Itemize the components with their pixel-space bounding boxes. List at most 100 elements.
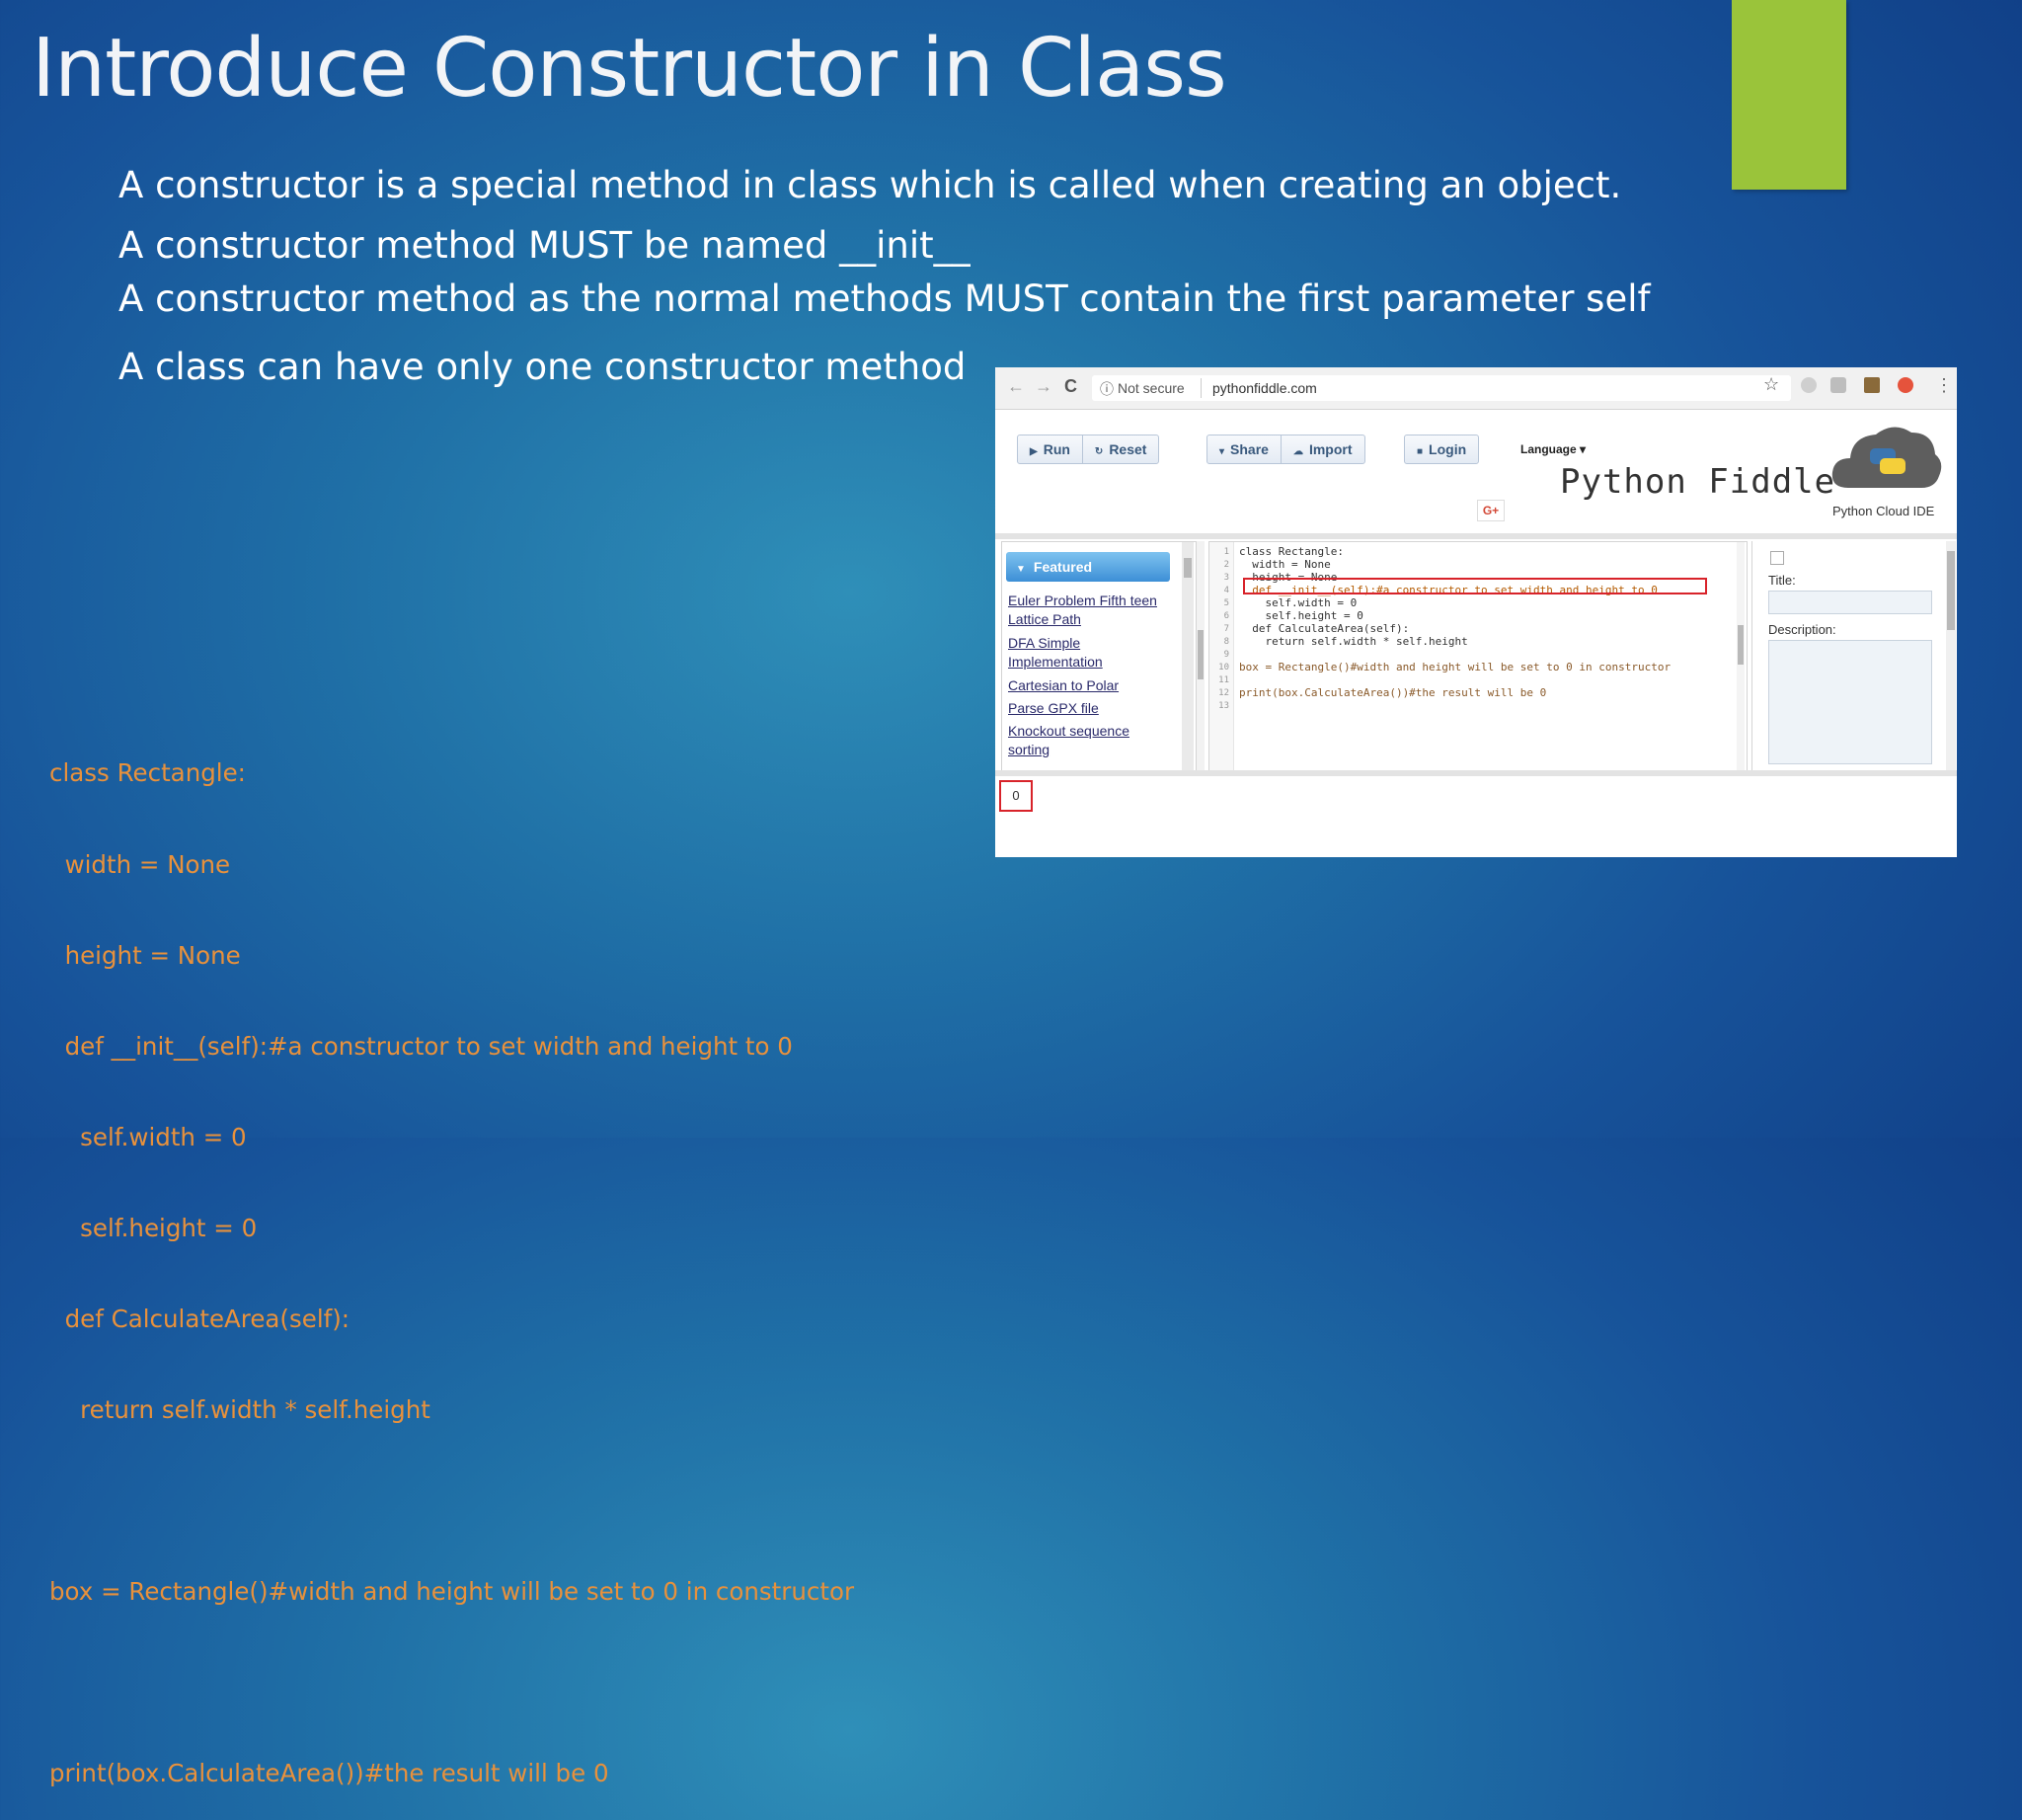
bookmark-star-icon[interactable]: ☆ <box>1763 374 1779 395</box>
slide-title: Introduce Constructor in Class <box>32 22 1227 116</box>
share-import-group: ▾ Share ☁ Import <box>1206 435 1365 464</box>
bullet-3: A constructor method as the normal metho… <box>118 277 1651 320</box>
chevron-down-icon: ▼ <box>1016 564 1026 575</box>
splitter[interactable] <box>1197 541 1205 770</box>
featured-scrollbar[interactable] <box>1182 542 1194 771</box>
code-sample: class Rectangle: width = None height = N… <box>49 698 854 1820</box>
panel-divider[interactable] <box>995 533 1957 539</box>
code-line: class Rectangle: <box>49 758 246 788</box>
editor-line: self.height = 0 <box>1239 609 1363 622</box>
menu-icon[interactable]: ⋮ <box>1935 375 1953 396</box>
brand-name: Python Fiddle <box>1560 462 1836 502</box>
bullet-1: A constructor is a special method in cla… <box>118 164 1622 206</box>
run-reset-group: ▶ Run ↻ Reset <box>1017 435 1160 464</box>
line-number: 9 <box>1223 650 1229 660</box>
highlight-box <box>1243 578 1707 594</box>
info-icon[interactable]: ⓘ <box>1100 379 1114 399</box>
details-scrollbar[interactable] <box>1946 541 1956 770</box>
line-number: 3 <box>1223 573 1229 583</box>
python-cloud-logo <box>1831 427 1942 488</box>
google-plus-button[interactable]: G+ <box>1477 500 1505 521</box>
import-button[interactable]: ☁ Import <box>1280 435 1364 463</box>
code-line: width = None <box>49 849 231 879</box>
line-number: 11 <box>1218 675 1229 685</box>
editor-line: print(box.CalculateArea())#the result wi… <box>1239 686 1547 699</box>
line-number: 13 <box>1218 701 1229 711</box>
code-line: self.height = 0 <box>49 1213 258 1242</box>
featured-item[interactable]: Knockout sequence sorting <box>1008 722 1166 759</box>
editor-scrollbar[interactable] <box>1737 542 1745 771</box>
share-button[interactable]: ▾ Share <box>1207 435 1281 463</box>
line-number: 4 <box>1223 586 1229 595</box>
browser-toolbar: ← → C ⓘ Not secure pythonfiddle.com ☆ ⋮ <box>995 367 1957 410</box>
login-button[interactable]: ■ Login <box>1405 435 1478 463</box>
address-separator <box>1201 378 1202 398</box>
description-input[interactable] <box>1768 640 1932 764</box>
share-label: Share <box>1230 441 1269 457</box>
editor-line: return self.width * self.height <box>1239 635 1468 648</box>
import-label: Import <box>1308 441 1353 457</box>
details-panel: Title: Description: <box>1751 541 1957 770</box>
reset-icon: ↻ <box>1094 446 1104 457</box>
title-label: Title: <box>1768 573 1796 588</box>
url-text[interactable]: pythonfiddle.com <box>1212 380 1317 396</box>
featured-label: Featured <box>1033 559 1093 575</box>
editor-line: def CalculateArea(self): <box>1239 622 1410 635</box>
code-line: self.width = 0 <box>49 1122 247 1151</box>
splitter-handle[interactable] <box>1198 630 1204 679</box>
address-bar[interactable]: ⓘ Not secure pythonfiddle.com <box>1092 375 1791 401</box>
line-number: 1 <box>1223 547 1229 557</box>
forward-icon[interactable]: → <box>1035 376 1052 397</box>
line-number: 10 <box>1218 663 1229 673</box>
featured-item[interactable]: Euler Problem Fifth teen Lattice Path <box>1008 592 1166 629</box>
scrollbar-thumb[interactable] <box>1184 558 1192 578</box>
editor-line: box = Rectangle()#width and height will … <box>1239 661 1672 673</box>
extension-icon[interactable] <box>1801 377 1817 393</box>
accent-bar <box>1732 0 1846 190</box>
line-number: 6 <box>1223 611 1229 621</box>
scrollbar-thumb[interactable] <box>1947 551 1955 630</box>
code-line: box = Rectangle()#width and height will … <box>49 1577 855 1607</box>
featured-item[interactable]: Parse GPX file <box>1008 699 1166 718</box>
code-line: height = None <box>49 940 241 970</box>
bullet-4: A class can have only one constructor me… <box>118 346 967 388</box>
extension-icon[interactable] <box>1830 377 1846 393</box>
extension-icon[interactable] <box>1898 377 1913 393</box>
title-input[interactable] <box>1768 591 1932 614</box>
code-line: def __init__(self):#a constructor to set… <box>49 1031 793 1061</box>
reset-label: Reset <box>1109 441 1147 457</box>
code-line: print(box.CalculateArea())#the result wi… <box>49 1759 609 1788</box>
language-dropdown[interactable]: Language ▾ <box>1520 442 1586 456</box>
login-label: Login <box>1429 441 1467 457</box>
scrollbar-thumb[interactable] <box>1738 625 1744 665</box>
login-group: ■ Login <box>1404 435 1480 464</box>
featured-item[interactable]: Cartesian to Polar <box>1008 676 1166 695</box>
reset-button[interactable]: ↻ Reset <box>1081 435 1159 463</box>
description-label: Description: <box>1768 622 1836 637</box>
import-icon: ☁ <box>1292 446 1303 457</box>
bullet-2: A constructor method MUST be named __ini… <box>118 224 971 267</box>
security-label: Not secure <box>1118 380 1185 396</box>
output-divider[interactable] <box>995 770 1957 776</box>
code-line: def CalculateArea(self): <box>49 1304 350 1333</box>
code-editor[interactable]: 1 2 3 4 5 6 7 8 9 10 11 12 13 class Rect… <box>1208 541 1748 772</box>
reload-icon[interactable]: C <box>1064 376 1077 397</box>
editor-line: class Rectangle: <box>1239 545 1344 558</box>
code-line: return self.width * self.height <box>49 1395 430 1425</box>
extension-icon[interactable] <box>1864 377 1880 393</box>
lock-icon: ■ <box>1417 446 1424 457</box>
line-number-gutter: 1 2 3 4 5 6 7 8 9 10 11 12 13 <box>1209 542 1234 771</box>
editor-line: width = None <box>1239 558 1331 571</box>
checkbox[interactable] <box>1770 551 1784 565</box>
run-button[interactable]: ▶ Run <box>1018 435 1082 463</box>
run-label: Run <box>1043 441 1070 457</box>
featured-item[interactable]: DFA Simple Implementation <box>1008 634 1166 672</box>
featured-header[interactable]: ▼ Featured <box>1006 552 1170 582</box>
line-number: 8 <box>1223 637 1229 647</box>
back-icon[interactable]: ← <box>1007 376 1025 397</box>
featured-panel: ▼ Featured Euler Problem Fifth teen Latti… <box>1001 541 1197 772</box>
output-value: 0 <box>999 780 1033 812</box>
editor-line: self.width = 0 <box>1239 596 1358 609</box>
